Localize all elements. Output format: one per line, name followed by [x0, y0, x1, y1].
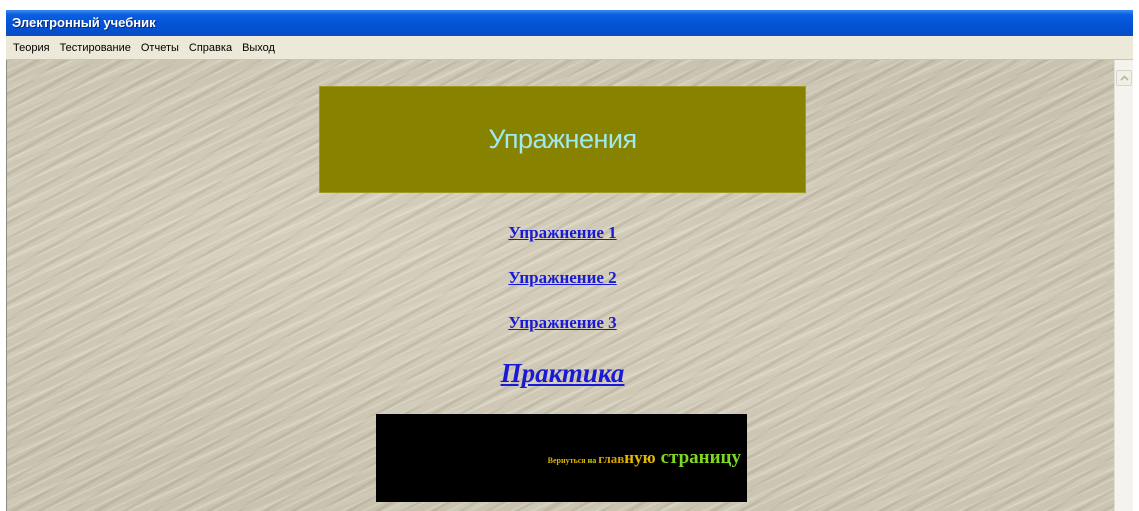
menu-bar: Теория Тестирование Отчеты Справка Выход [6, 36, 1133, 60]
exercise-3-link[interactable]: Упражнение 3 [0, 313, 1125, 333]
window-title: Электронный учебник [12, 15, 156, 30]
practice-link[interactable]: Практика [0, 358, 1125, 389]
back-text-part3: глав [598, 451, 625, 466]
scroll-up-button[interactable] [1116, 70, 1132, 86]
back-text-part2: на [587, 456, 597, 465]
menu-item-exit[interactable]: Выход [237, 37, 280, 59]
back-text-part5: страницу [660, 447, 741, 468]
banner-title: Упражнения [488, 124, 637, 154]
back-text-part4: ную [624, 448, 656, 467]
back-text-part1: Вернуться [547, 456, 586, 465]
back-to-main-label: Вернуться на глав ную страницу [548, 447, 741, 469]
exercise-1-link[interactable]: Упражнение 1 [0, 223, 1125, 243]
scroll-up-arrow-icon [1120, 75, 1129, 81]
menu-item-reports[interactable]: Отчеты [136, 37, 184, 59]
title-bar[interactable]: Электронный учебник [6, 10, 1133, 36]
back-to-main-button[interactable]: Вернуться на глав ную страницу [376, 414, 747, 502]
menu-item-testing[interactable]: Тестирование [55, 37, 136, 59]
menu-item-theory[interactable]: Теория [8, 37, 55, 59]
exercise-2-link[interactable]: Упражнение 2 [0, 268, 1125, 288]
app-window: Электронный учебник Теория Тестирование … [0, 0, 1139, 511]
exercises-banner: Упражнения [319, 86, 806, 193]
menu-item-help[interactable]: Справка [184, 37, 237, 59]
